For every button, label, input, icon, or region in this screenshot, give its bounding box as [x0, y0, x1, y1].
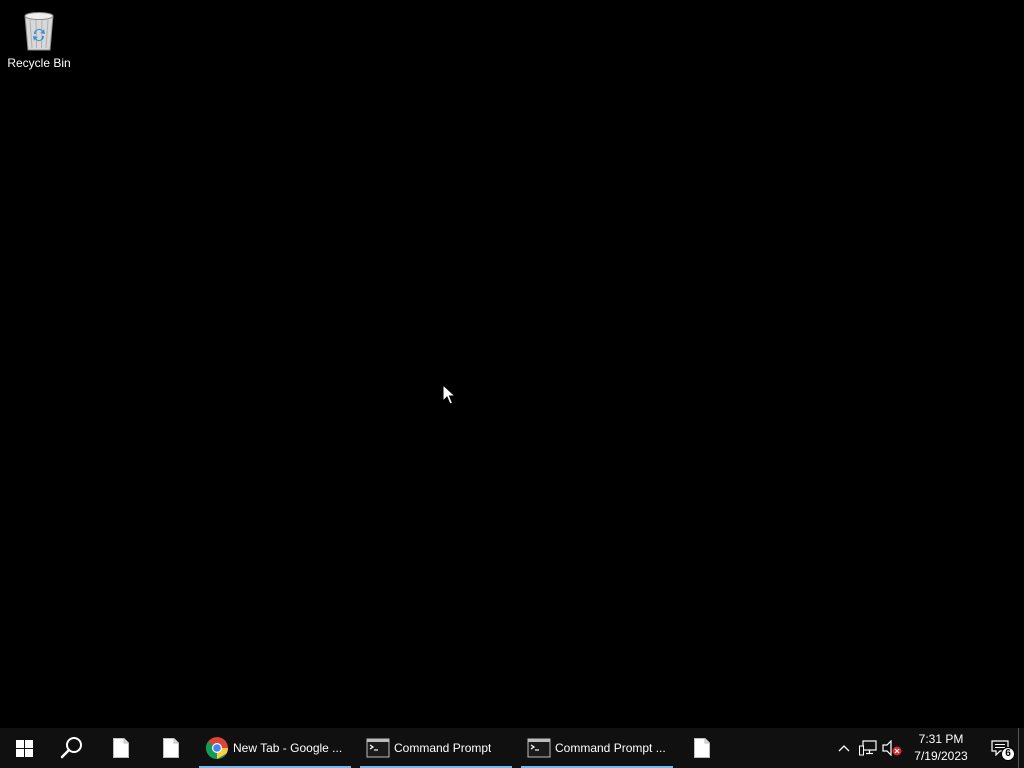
clock-date: 7/19/2023: [914, 749, 968, 763]
taskbar-app-command-prompt-2[interactable]: Command Prompt ...: [521, 728, 673, 768]
network-icon: [859, 740, 877, 756]
action-center-button[interactable]: 6: [982, 728, 1018, 768]
search-icon: [60, 737, 82, 759]
desktop[interactable]: Recycle Bin: [0, 0, 1024, 728]
volume-muted-icon: [882, 740, 902, 756]
pinned-app-2[interactable]: [146, 728, 196, 768]
show-hidden-icons-button[interactable]: [832, 728, 856, 768]
system-tray: 7:31 PM 7/19/2023 6: [832, 728, 1024, 768]
pinned-app-3[interactable]: [682, 728, 722, 768]
recycle-bin-label: Recycle Bin: [7, 56, 71, 70]
taskbar-app-label: Command Prompt ...: [555, 741, 666, 755]
recycle-bin-icon: [24, 12, 54, 51]
windows-logo-icon: [15, 739, 33, 757]
chevron-up-icon: [838, 745, 850, 752]
clock[interactable]: 7:31 PM 7/19/2023: [908, 728, 974, 768]
blank-file-icon: [113, 738, 129, 758]
taskbar-app-command-prompt-1[interactable]: Command Prompt: [360, 728, 512, 768]
blank-file-icon: [694, 738, 710, 758]
notification-count-badge: 6: [1001, 747, 1015, 761]
taskbar-app-label: New Tab - Google ...: [233, 741, 343, 755]
clock-time: 7:31 PM: [918, 732, 964, 746]
taskbar-app-chrome[interactable]: New Tab - Google ...: [199, 728, 351, 768]
pinned-app-1[interactable]: [96, 728, 146, 768]
command-prompt-icon: [527, 738, 551, 758]
recycle-bin-shortcut[interactable]: Recycle Bin: [4, 6, 74, 76]
mouse-cursor-icon: [442, 384, 456, 405]
taskbar: New Tab - Google ... Command Prompt Comm…: [0, 728, 1024, 768]
volume-button[interactable]: [880, 728, 904, 768]
network-button[interactable]: [856, 728, 880, 768]
blank-file-icon: [163, 738, 179, 758]
command-prompt-icon: [366, 738, 390, 758]
start-button[interactable]: [0, 728, 48, 768]
taskbar-app-label: Command Prompt: [394, 741, 492, 755]
chrome-icon: [205, 737, 228, 759]
show-desktop-button[interactable]: [1018, 728, 1024, 768]
search-button[interactable]: [48, 728, 96, 768]
